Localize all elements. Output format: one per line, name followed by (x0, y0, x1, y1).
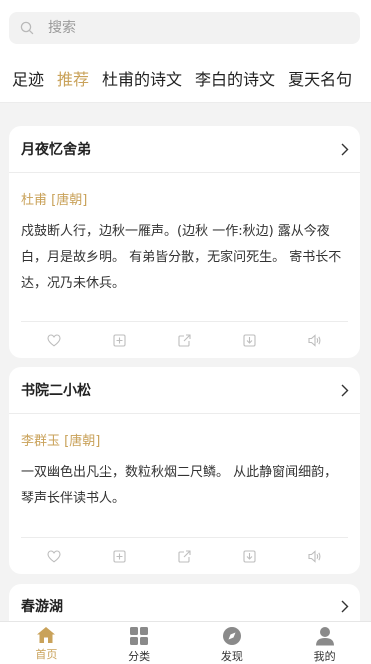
poem-card[interactable]: 月夜忆舍弟 杜甫 [唐朝] 戍鼓断人行，边秋一雁声。(边秋 一作:秋边) 露从今… (9, 126, 360, 358)
poem-content: 戍鼓断人行，边秋一雁声。(边秋 一作:秋边) 露从今夜白，月是故乡明。 有弟皆分… (21, 224, 342, 291)
tabbar-category-label: 分类 (128, 650, 151, 663)
chevron-right-icon (341, 600, 349, 612)
chevron-right-icon (341, 384, 349, 396)
grid-icon (130, 627, 149, 645)
compass-icon (222, 627, 241, 645)
share-icon[interactable] (172, 544, 196, 568)
category-tabs: 足迹 推荐 杜甫的诗文 李白的诗文 夏天名句 (0, 58, 371, 103)
search-bar (0, 0, 371, 58)
poem-content: 一双幽色出凡尘，数粒秋烟二尺鳞。 从此静窗闻细韵，琴声长伴读书人。 (21, 465, 338, 506)
tabbar-discover[interactable]: 发现 (186, 622, 278, 664)
poem-card[interactable]: 书院二小松 李群玉 [唐朝] 一双幽色出凡尘，数粒秋烟二尺鳞。 从此静窗闻细韵，… (9, 367, 360, 574)
tabbar-mine-label: 我的 (313, 650, 336, 663)
search-box[interactable] (9, 12, 360, 44)
heart-icon[interactable] (42, 328, 66, 352)
speaker-icon[interactable] (303, 328, 327, 352)
tab-dufu-poems[interactable]: 杜甫的诗文 (102, 58, 182, 102)
tab-recommended[interactable]: 推荐 (57, 58, 89, 102)
share-icon[interactable] (172, 328, 196, 352)
search-input[interactable] (46, 19, 330, 37)
tabbar-mine[interactable]: 我的 (279, 622, 371, 664)
search-icon (20, 21, 34, 35)
poem-author[interactable]: 李群玉 [唐朝] (21, 430, 348, 449)
home-icon (37, 627, 56, 643)
tabbar-category[interactable]: 分类 (93, 622, 185, 664)
tabbar-home[interactable]: 首页 (0, 622, 92, 664)
download-icon[interactable] (238, 544, 262, 568)
add-icon[interactable] (107, 328, 131, 352)
tabbar-home-label: 首页 (35, 648, 58, 661)
poem-author[interactable]: 杜甫 [唐朝] (21, 189, 348, 208)
tabbar-discover-label: 发现 (220, 650, 243, 663)
heart-icon[interactable] (42, 544, 66, 568)
add-icon[interactable] (107, 544, 131, 568)
tab-libai-poems[interactable]: 李白的诗文 (195, 58, 275, 102)
poem-actions (21, 321, 348, 358)
chevron-right-icon (341, 143, 349, 155)
poem-title: 春游湖 (21, 599, 63, 615)
speaker-icon[interactable] (303, 544, 327, 568)
poem-title-row[interactable]: 月夜忆舍弟 (9, 126, 360, 173)
download-icon[interactable] (238, 328, 262, 352)
user-icon (315, 627, 334, 646)
poem-actions (21, 537, 348, 574)
poem-title-row[interactable]: 书院二小松 (9, 367, 360, 414)
poem-title: 月夜忆舍弟 (21, 142, 91, 158)
tab-footprints[interactable]: 足迹 (12, 58, 44, 102)
bottom-tab-bar: 首页 分类 发现 我的 (0, 621, 371, 664)
poem-title: 书院二小松 (21, 383, 91, 399)
tab-summer-quotes[interactable]: 夏天名句 (288, 58, 352, 102)
